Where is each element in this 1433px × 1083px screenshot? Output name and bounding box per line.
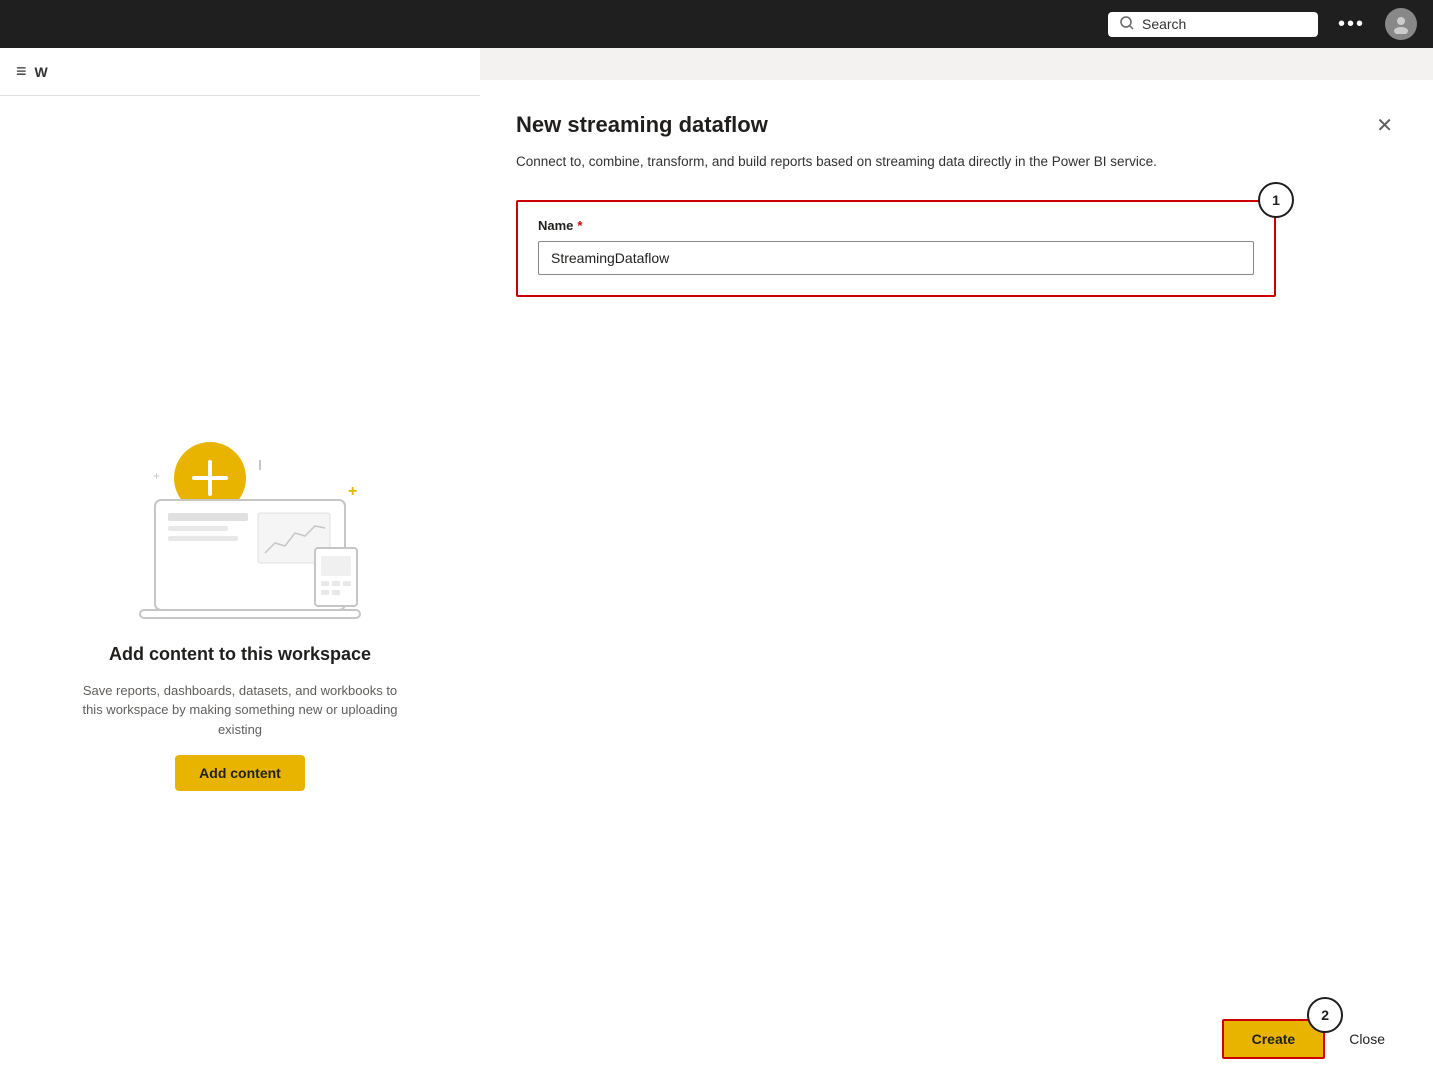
add-content-button[interactable]: Add content [175,755,305,791]
svg-text:+: + [153,469,160,483]
workspace-description: Save reports, dashboards, datasets, and … [80,681,400,740]
modal-description: Connect to, combine, transform, and buil… [516,152,1196,172]
more-options-button[interactable]: ••• [1330,9,1373,40]
modal-footer: 2 Create Close [516,1003,1397,1059]
workspace-header: ≡ W [0,48,480,96]
name-field-label: Name * [538,218,1254,233]
name-input[interactable] [538,241,1254,275]
name-field-section: 1 Name * [516,200,1276,297]
hamburger-icon[interactable]: ≡ [16,61,27,82]
workspace-illustration: + + [100,388,380,628]
create-button-wrapper: 2 Create [1222,1019,1326,1059]
modal-header: New streaming dataflow ✕ [516,112,1397,140]
step-badge-2: 2 [1307,997,1343,1033]
workspace-title-label: W [35,64,48,80]
search-label: Search [1142,16,1186,32]
step-badge-1: 1 [1258,182,1294,218]
workspace-content-area: + + Add content to this workspace Save r… [0,96,480,1083]
svg-text:+: + [348,483,357,500]
avatar[interactable] [1385,8,1417,40]
modal-title: New streaming dataflow [516,112,768,138]
new-streaming-dataflow-modal: New streaming dataflow ✕ Connect to, com… [480,80,1433,1083]
modal-close-button[interactable]: ✕ [1372,112,1397,140]
search-box[interactable]: Search [1108,12,1318,37]
required-indicator: * [577,218,582,233]
topbar: Search ••• [0,0,1433,48]
search-icon [1120,16,1134,33]
close-text-button[interactable]: Close [1337,1021,1397,1057]
workspace-heading: Add content to this workspace [109,644,371,665]
